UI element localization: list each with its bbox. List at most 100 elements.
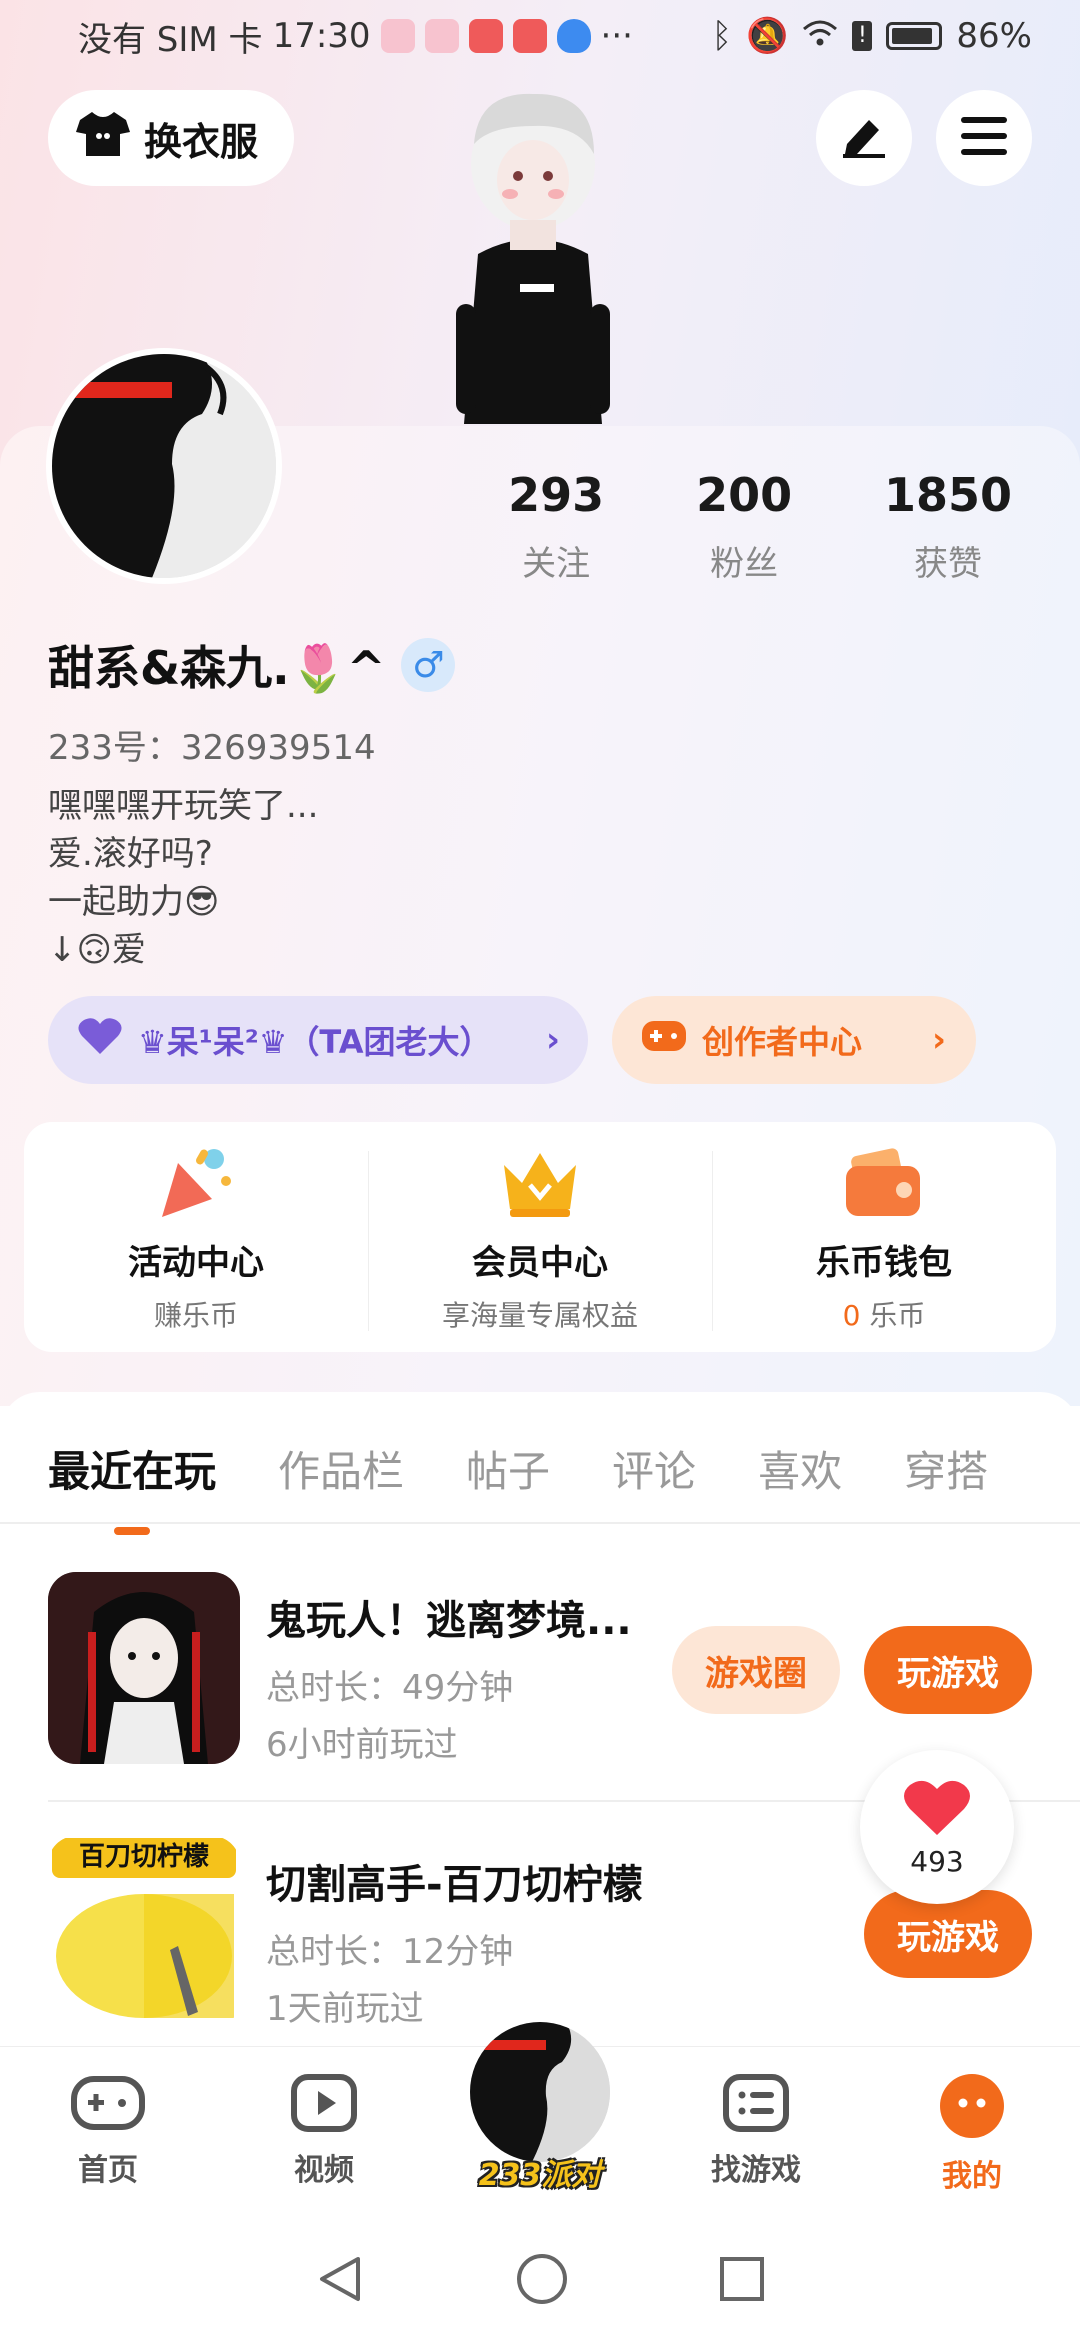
gamepad-icon bbox=[70, 2073, 146, 2137]
game-controller-icon bbox=[642, 1019, 686, 1061]
likes-stat[interactable]: 1850 获赞 bbox=[846, 468, 1050, 585]
me-face-icon bbox=[939, 2073, 1005, 2143]
game-thumbnail[interactable]: 百刀切柠檬 bbox=[48, 1836, 240, 2028]
thumbnail-label: 百刀切柠檬 bbox=[78, 1842, 209, 1872]
fan-team-button[interactable]: ♛呆¹呆²♛（TA团老大） › bbox=[48, 996, 588, 1084]
profile-tabs: 最近在玩 作品栏 帖子 评论 喜欢 穿搭 bbox=[0, 1428, 1080, 1535]
edit-profile-button[interactable] bbox=[816, 90, 912, 186]
nav-home-label: 首页 bbox=[78, 2153, 138, 2188]
profile-bio: 嘿嘿嘿开玩笑了... 爱.滚好吗? 一起助力😎 ↓🙃爱 bbox=[48, 782, 318, 974]
character-avatar-3d[interactable] bbox=[418, 84, 648, 424]
heart-icon bbox=[902, 1777, 972, 1841]
party-label: 233派对 bbox=[478, 2158, 602, 2193]
bio-line: ↓🙃爱 bbox=[48, 930, 146, 970]
male-gender-icon: ♂ bbox=[401, 638, 456, 692]
fan-team-label: ♛呆¹呆²♛（TA团老大） bbox=[138, 1023, 492, 1061]
tab-works[interactable]: 作品栏 bbox=[278, 1438, 404, 1499]
notification-app-icon bbox=[380, 19, 415, 53]
creator-center-label: 创作者中心 bbox=[702, 1023, 863, 1061]
nav-me-label: 我的 bbox=[942, 2159, 1002, 2194]
sim-alert-icon: ! bbox=[852, 21, 873, 51]
play-game-button[interactable]: 玩游戏 bbox=[864, 1626, 1032, 1714]
coin-balance: 0 bbox=[842, 1298, 861, 1332]
followers-stat[interactable]: 200 粉丝 bbox=[642, 468, 846, 585]
back-icon[interactable] bbox=[314, 2253, 366, 2309]
likes-count: 1850 bbox=[884, 468, 1013, 522]
followers-label: 粉丝 bbox=[710, 544, 779, 584]
chevron-right-icon: › bbox=[545, 1020, 560, 1060]
game-duration: 总时长：12分钟 bbox=[266, 1932, 514, 1972]
profile-stats: 293 关注 200 粉丝 1850 获赞 bbox=[470, 468, 1050, 585]
status-bar: 没有 SIM 卡 17:30 ··· ᛒ 🔕 ! 86% bbox=[0, 0, 1080, 72]
crown-icon bbox=[498, 1141, 582, 1225]
carrier-text: 没有 SIM 卡 bbox=[78, 19, 263, 60]
like-count: 493 bbox=[910, 1844, 964, 1878]
following-stat[interactable]: 293 关注 bbox=[470, 468, 642, 585]
party-popper-icon bbox=[154, 1141, 238, 1225]
battery-icon bbox=[886, 22, 943, 50]
video-play-icon bbox=[290, 2073, 358, 2137]
activity-center-button[interactable]: 活动中心 赚乐币 bbox=[24, 1141, 368, 1334]
game-circle-button[interactable]: 游戏圈 bbox=[672, 1626, 840, 1714]
coin-wallet-title: 乐币钱包 bbox=[816, 1242, 952, 1283]
vip-center-title: 会员中心 bbox=[472, 1242, 608, 1283]
game-thumbnail[interactable] bbox=[48, 1572, 240, 1764]
nav-home[interactable]: 首页 bbox=[0, 2047, 216, 2222]
tab-comments[interactable]: 评论 bbox=[612, 1438, 696, 1499]
bio-line: 一起助力😎 bbox=[48, 882, 220, 922]
nav-video[interactable]: 视频 bbox=[216, 2047, 432, 2222]
mute-bell-icon: 🔕 bbox=[746, 16, 789, 56]
notification-app-icon bbox=[512, 19, 547, 53]
coin-wallet-button[interactable]: 乐币钱包 0 乐币 bbox=[712, 1141, 1056, 1334]
more-notifications-icon: ··· bbox=[600, 16, 633, 56]
vip-center-sub: 享海量专属权益 bbox=[441, 1298, 638, 1332]
recents-square-icon[interactable] bbox=[718, 2255, 766, 2307]
tab-likes[interactable]: 喜欢 bbox=[758, 1438, 842, 1499]
shield-icon bbox=[556, 19, 591, 53]
following-count: 293 bbox=[508, 468, 605, 522]
heart-badge-icon bbox=[76, 1016, 124, 1064]
following-label: 关注 bbox=[522, 544, 591, 584]
followers-count: 200 bbox=[696, 468, 793, 522]
coin-unit: 乐币 bbox=[869, 1298, 926, 1332]
quick-actions-panel: 活动中心 赚乐币 会员中心 享海量专属权益 乐币钱包 0 乐币 bbox=[24, 1122, 1056, 1352]
game-title: 鬼玩人！逃离梦境... bbox=[266, 1598, 632, 1644]
nav-me[interactable]: 我的 bbox=[864, 2047, 1080, 2222]
game-duration: 总时长：49分钟 bbox=[266, 1668, 514, 1708]
activity-center-sub: 赚乐币 bbox=[153, 1298, 238, 1332]
notification-app-icon bbox=[468, 19, 503, 53]
home-circle-icon[interactable] bbox=[515, 2252, 569, 2310]
nav-video-label: 视频 bbox=[294, 2153, 354, 2188]
change-outfit-label: 换衣服 bbox=[144, 119, 259, 164]
wallet-icon bbox=[842, 1141, 926, 1225]
nav-find-games[interactable]: 找游戏 bbox=[648, 2047, 864, 2222]
menu-button[interactable] bbox=[936, 90, 1032, 186]
tab-outfits[interactable]: 穿搭 bbox=[904, 1438, 988, 1499]
tab-posts[interactable]: 帖子 bbox=[466, 1438, 550, 1499]
user-id: 233号：326939514 bbox=[48, 728, 376, 768]
nickname-text: 甜系&森九.🌷^ bbox=[48, 641, 386, 695]
change-outfit-button[interactable]: 换衣服 bbox=[48, 90, 294, 186]
profile-nickname: 甜系&森九.🌷^ ♂ bbox=[48, 632, 456, 698]
list-icon bbox=[722, 2073, 790, 2137]
like-bubble-button[interactable]: 493 bbox=[860, 1750, 1014, 1904]
nav-find-games-label: 找游戏 bbox=[711, 2153, 801, 2188]
bio-line: 爱.滚好吗? bbox=[48, 834, 213, 874]
activity-center-title: 活动中心 bbox=[128, 1242, 264, 1283]
game-last-played: 6小时前玩过 bbox=[266, 1725, 458, 1765]
likes-label: 获赞 bbox=[914, 544, 983, 584]
hamburger-menu-icon bbox=[961, 117, 1007, 159]
chevron-right-icon: › bbox=[931, 1020, 946, 1060]
bio-line: 嘿嘿嘿开玩笑了... bbox=[48, 786, 319, 826]
profile-avatar[interactable] bbox=[46, 348, 282, 584]
creator-center-button[interactable]: 创作者中心 › bbox=[612, 996, 976, 1084]
vip-center-button[interactable]: 会员中心 享海量专属权益 bbox=[368, 1141, 712, 1334]
tshirt-icon bbox=[76, 110, 130, 167]
bluetooth-icon: ᛒ bbox=[711, 16, 733, 56]
coin-wallet-sub: 0 乐币 bbox=[712, 1294, 1056, 1334]
battery-percent: 86% bbox=[956, 16, 1032, 56]
clock-text: 17:30 bbox=[272, 16, 371, 56]
tab-recently-played[interactable]: 最近在玩 bbox=[48, 1438, 216, 1535]
list-item[interactable]: 鬼玩人！逃离梦境... 总时长：49分钟 6小时前玩过 游戏圈 玩游戏 bbox=[48, 1572, 1048, 1768]
party-avatar[interactable] bbox=[470, 2022, 610, 2162]
